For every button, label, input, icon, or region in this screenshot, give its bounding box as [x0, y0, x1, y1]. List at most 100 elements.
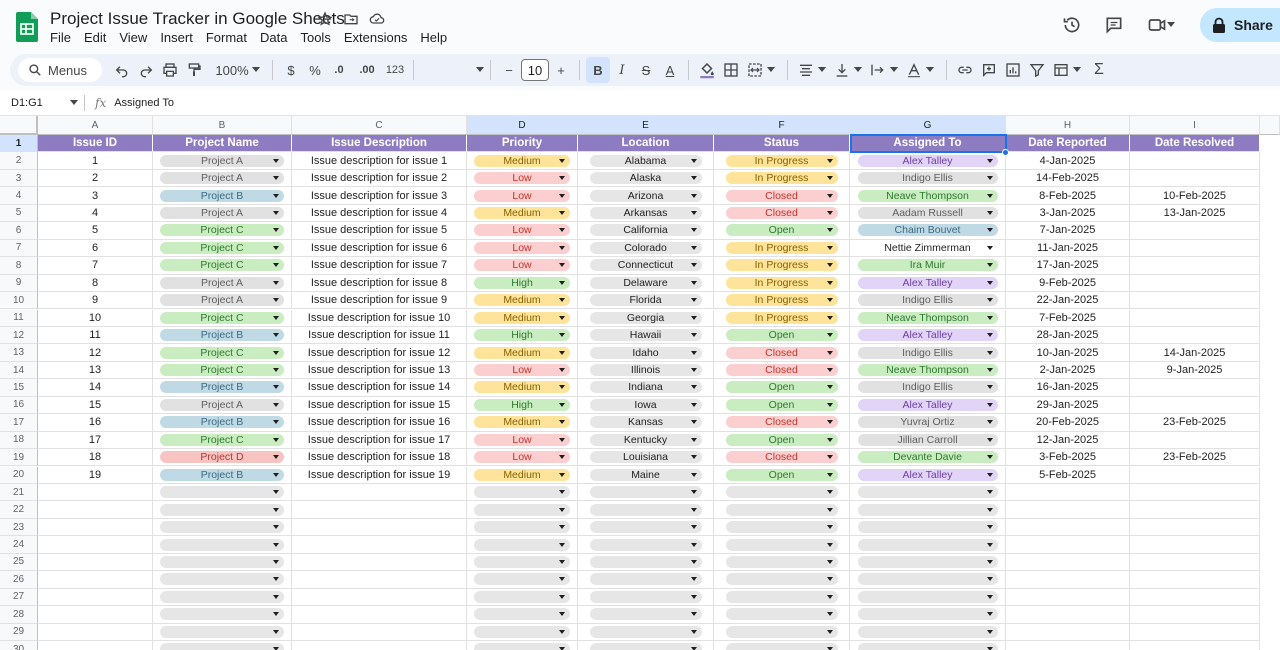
dropdown-chip[interactable] — [725, 625, 838, 638]
dropdown-chip[interactable]: Alex Talley — [857, 276, 998, 289]
grid-cell[interactable]: Closed — [714, 361, 850, 380]
dropdown-chip[interactable]: Colorado — [589, 241, 702, 254]
dropdown-chip[interactable]: Low — [474, 172, 570, 185]
dropdown-chip[interactable] — [589, 625, 702, 638]
grid-cell[interactable] — [1130, 292, 1260, 310]
grid-cell[interactable] — [850, 623, 1006, 641]
dropdown-chip[interactable]: Project C — [160, 364, 284, 377]
header-cell[interactable]: Project Name — [153, 135, 292, 153]
grid-cell[interactable] — [1006, 623, 1130, 641]
dropdown-chip[interactable]: Low — [474, 451, 570, 464]
grid-cell[interactable]: In Progress — [714, 169, 850, 188]
dropdown-chip[interactable]: Jillian Carroll — [857, 433, 998, 446]
percent-format-button[interactable]: % — [303, 57, 327, 83]
dropdown-chip[interactable]: Closed — [725, 416, 838, 429]
grid-cell[interactable]: Alex Talley — [850, 326, 1006, 345]
grid-cell[interactable]: Project A — [153, 396, 292, 415]
grid-cell[interactable]: 9 — [38, 292, 153, 310]
paint-format-icon[interactable] — [182, 57, 206, 83]
dropdown-chip[interactable] — [857, 555, 998, 568]
dropdown-chip[interactable]: Open — [725, 329, 838, 342]
grid-cell[interactable] — [1006, 606, 1130, 624]
dropdown-chip[interactable] — [725, 555, 838, 568]
grid-cell[interactable]: 22-Jan-2025 — [1006, 292, 1130, 310]
dropdown-chip[interactable]: High — [474, 276, 570, 289]
grid-cell[interactable]: Medium — [467, 152, 578, 170]
dropdown-chip[interactable]: Medium — [474, 346, 570, 359]
dropdown-chip[interactable]: Delaware — [589, 276, 702, 289]
grid-cell[interactable]: 16 — [38, 414, 153, 432]
row-header[interactable]: 12 — [0, 326, 38, 345]
grid-cell[interactable] — [1006, 484, 1130, 502]
dropdown-chip[interactable] — [474, 573, 570, 586]
grid-cell[interactable]: 10 — [38, 309, 153, 327]
grid-cell[interactable]: 5 — [38, 222, 153, 240]
dropdown-chip[interactable]: Florida — [589, 294, 702, 307]
grid-cell[interactable]: Issue description for issue 6 — [292, 239, 467, 258]
grid-cell[interactable] — [292, 553, 467, 572]
grid-cell[interactable]: 3-Jan-2025 — [1006, 204, 1130, 223]
dropdown-chip[interactable]: In Progress — [725, 276, 838, 289]
grid-cell[interactable]: 3 — [38, 187, 153, 205]
grid-cell[interactable]: Medium — [467, 292, 578, 310]
grid-cell[interactable] — [467, 484, 578, 502]
grid-cell[interactable] — [1006, 571, 1130, 589]
dropdown-chip[interactable] — [857, 521, 998, 534]
dropdown-chip[interactable]: Project C — [160, 259, 284, 272]
dropdown-chip[interactable]: Medium — [474, 154, 570, 167]
grid-cell[interactable]: Issue description for issue 12 — [292, 344, 467, 362]
menu-format[interactable]: Format — [206, 30, 253, 45]
dropdown-chip[interactable]: Medium — [474, 206, 570, 219]
dropdown-chip[interactable]: Low — [474, 224, 570, 237]
grid-cell[interactable] — [38, 588, 153, 607]
dropdown-chip[interactable]: Alabama — [589, 154, 702, 167]
header-cell[interactable]: Date Resolved — [1130, 135, 1260, 153]
grid-cell[interactable] — [38, 518, 153, 537]
dropdown-chip[interactable]: Closed — [725, 451, 838, 464]
column-header-g[interactable]: G — [850, 116, 1006, 135]
grid-cell[interactable]: 5-Feb-2025 — [1006, 466, 1130, 484]
grid-cell[interactable] — [1130, 466, 1260, 484]
grid-cell[interactable] — [292, 588, 467, 607]
row-header[interactable]: 25 — [0, 553, 38, 572]
grid-cell[interactable] — [153, 588, 292, 607]
grid-cell[interactable]: Indigo Ellis — [850, 344, 1006, 362]
dropdown-chip[interactable]: Devante Davie — [857, 451, 998, 464]
column-header-h[interactable]: H — [1006, 116, 1130, 135]
grid-cell[interactable]: Delaware — [578, 274, 714, 292]
dropdown-chip[interactable]: In Progress — [725, 172, 838, 185]
menu-file[interactable]: File — [50, 30, 77, 45]
dropdown-chip[interactable]: Closed — [725, 206, 838, 219]
grid-cell[interactable] — [467, 501, 578, 519]
grid-cell[interactable]: Issue description for issue 17 — [292, 431, 467, 450]
grid-cell[interactable]: 7-Feb-2025 — [1006, 309, 1130, 327]
text-wrapping-icon[interactable] — [866, 57, 890, 83]
grid-cell[interactable] — [1130, 169, 1260, 188]
dropdown-chip[interactable]: Project C — [160, 241, 284, 254]
number-format-button[interactable]: 123 — [383, 57, 407, 83]
grid-cell[interactable]: In Progress — [714, 292, 850, 310]
grid-cell[interactable] — [578, 553, 714, 572]
grid-cell[interactable] — [38, 623, 153, 641]
dropdown-chip[interactable]: Project B — [160, 329, 284, 342]
grid-cell[interactable] — [1006, 536, 1130, 554]
grid-cell[interactable]: 4-Jan-2025 — [1006, 152, 1130, 170]
header-cell[interactable]: Issue Description — [292, 135, 467, 153]
menu-edit[interactable]: Edit — [84, 30, 112, 45]
grid-cell[interactable]: Issue description for issue 13 — [292, 361, 467, 380]
grid-cell[interactable]: Project C — [153, 257, 292, 275]
grid-cell[interactable] — [1130, 274, 1260, 292]
dropdown-chip[interactable]: Open — [725, 381, 838, 394]
dropdown-chip[interactable]: Low — [474, 241, 570, 254]
grid-cell[interactable]: 9-Jan-2025 — [1130, 361, 1260, 380]
dropdown-chip[interactable]: Alex Talley — [857, 468, 998, 481]
grid-cell[interactable]: Project A — [153, 204, 292, 223]
dropdown-chip[interactable] — [160, 590, 284, 603]
grid-cell[interactable] — [714, 553, 850, 572]
grid-cell[interactable] — [850, 484, 1006, 502]
grid-cell[interactable]: In Progress — [714, 239, 850, 258]
dropdown-chip[interactable] — [725, 538, 838, 551]
grid-cell[interactable]: Project D — [153, 449, 292, 467]
grid-cell[interactable]: Jillian Carroll — [850, 431, 1006, 450]
row-header[interactable]: 28 — [0, 606, 38, 624]
